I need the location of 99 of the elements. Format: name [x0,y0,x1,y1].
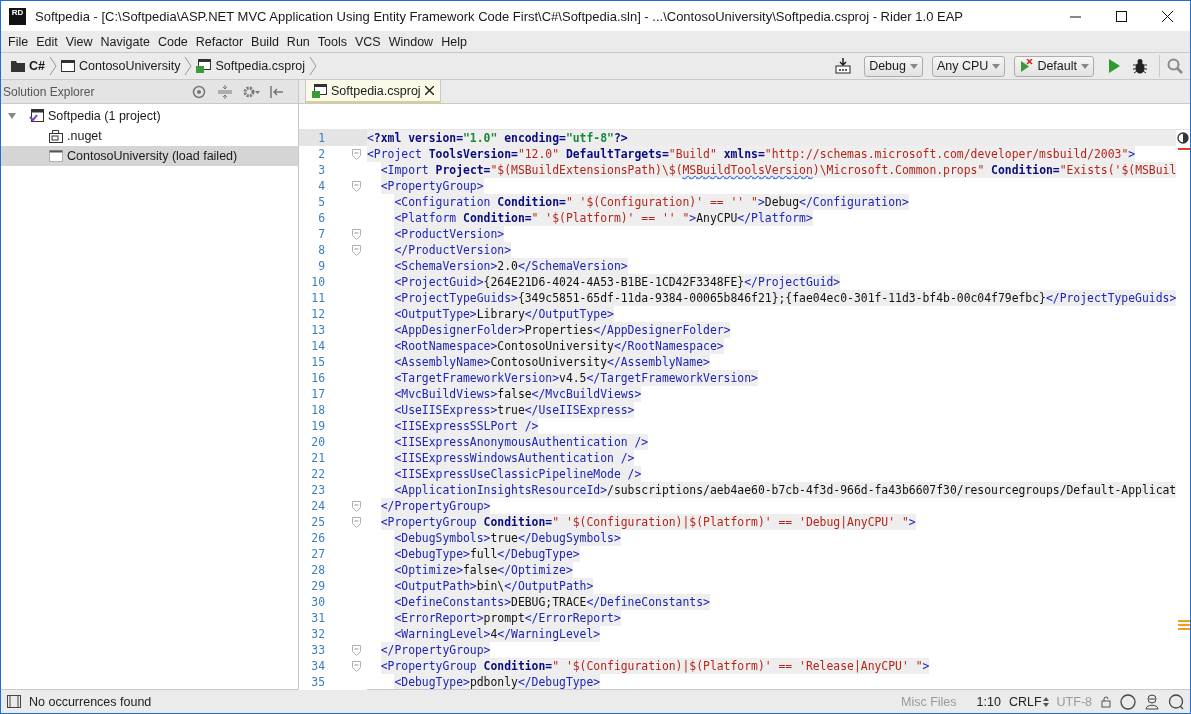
panel-toggle-icon[interactable] [7,695,21,708]
fold-icon[interactable] [352,228,361,240]
caret-icon [910,63,918,69]
cursor-position[interactable]: 1:10 [976,694,1001,709]
line-number: 7 [317,227,325,241]
line-number: 32 [310,627,325,641]
line-number: 2 [317,147,325,161]
line-number: 25 [310,515,325,529]
line-number: 29 [310,579,325,593]
tree-item[interactable]: .nuget [1,126,298,146]
line-number: 35 [310,675,325,689]
line-number: 14 [310,339,325,353]
panel-title: Solution Explorer [2,84,96,99]
menu-item[interactable]: Navigate [96,34,154,49]
csharp-file-icon [196,59,212,73]
inspection-icon[interactable] [1177,132,1189,144]
line-number: 33 [310,643,325,657]
line-number: 23 [310,483,325,497]
fold-icon[interactable] [352,244,361,256]
up-down-arrows-icon[interactable] [1042,696,1049,707]
line-number: 22 [310,467,325,481]
fold-icon[interactable] [352,148,361,160]
dropdown[interactable]: Any CPU [932,55,1006,77]
line-number: 30 [310,595,325,609]
folder-icon [49,129,63,143]
line-number: 8 [317,243,325,257]
breadcrumb[interactable]: ContosoUniversity [61,59,181,73]
menu-item[interactable]: VCS [351,34,385,49]
line-number: 4 [317,179,325,193]
solution-icon [29,109,44,123]
chevron-icon [49,56,57,76]
maximize-icon[interactable] [1115,10,1127,22]
window-title: Softpedia - [C:\Softpedia\ASP.NET MVC Application Using Entity Framework Code First\C#\Softpedia.sln] - ...\ContosoUniversity\Softpedia.csproj - Rider 1.0 EAP [35,8,964,24]
warning-marker[interactable] [1178,620,1190,622]
line-number: 18 [310,403,325,417]
error-marker[interactable] [1178,148,1190,150]
menu-item[interactable]: View [61,34,97,49]
warning-marker[interactable] [1178,628,1190,630]
line-number: 9 [317,259,325,273]
menu-item[interactable]: File [4,34,33,49]
project-icon [49,150,63,162]
menu-item[interactable]: Refactor [191,34,248,49]
line-number: 15 [310,355,325,369]
caret-icon [1081,63,1089,69]
status-message: No occurrences found [29,694,152,709]
chevron-icon [309,56,318,76]
line-number: 34 [310,659,325,673]
line-ending[interactable]: CRLF [1008,694,1042,709]
line-number: 5 [317,195,325,209]
tree-item[interactable]: Softpedia (1 project) [1,106,298,126]
line-number: 1 [317,131,325,145]
line-number: 13 [310,323,325,337]
line-number: 28 [310,563,325,577]
fold-icon[interactable] [352,180,361,192]
app-logo: RD [9,7,26,25]
fold-icon[interactable] [352,516,361,528]
line-number: 20 [310,435,325,449]
editor-tab[interactable]: Softpedia.csproj [305,80,441,103]
run-config-icon [1019,59,1034,73]
csharp-file-icon [312,83,327,98]
line-number: 24 [310,499,325,513]
fold-icon[interactable] [352,500,361,512]
close-icon[interactable] [1161,10,1173,22]
line-number: 10 [310,275,325,289]
line-number: 26 [310,531,325,545]
line-number: 21 [310,451,325,465]
line-number: 6 [317,211,325,225]
menu-item[interactable]: Help [437,34,471,49]
tree-item[interactable]: ContosoUniversity (load failed) [1,146,298,166]
dropdown[interactable]: Default [1014,55,1094,77]
line-number: 3 [317,163,325,177]
fold-icon[interactable] [352,660,361,672]
lock-icon[interactable] [1100,695,1112,708]
circle-icon[interactable] [1120,693,1136,710]
close-icon[interactable] [424,86,434,95]
expanded-arrow-icon[interactable] [7,111,17,121]
line-number: 16 [310,371,325,385]
menu-item[interactable]: Run [282,34,314,49]
menu-item[interactable]: Window [384,34,438,49]
line-number: 17 [310,387,325,401]
window-icon [61,60,75,72]
menu-item[interactable]: Build [247,34,283,49]
dropdown[interactable]: Debug [864,55,923,77]
menu-item[interactable]: Tools [313,34,351,49]
breadcrumb[interactable]: C# [11,59,45,73]
line-number: 31 [310,611,325,625]
chevron-icon [184,56,193,76]
fold-icon[interactable] [352,644,361,656]
menu-item[interactable]: Edit [32,34,62,49]
line-number: 19 [310,419,325,433]
line-number: 12 [310,307,325,321]
file-type: Misc Files [901,694,957,709]
folder-icon [11,60,25,72]
breadcrumb[interactable]: Softpedia.csproj [196,59,306,73]
caret-icon [992,63,1001,69]
menu-item[interactable]: Code [153,34,192,49]
warning-marker[interactable] [1178,624,1190,626]
line-number: 11 [310,291,325,305]
line-number: 27 [310,547,325,561]
